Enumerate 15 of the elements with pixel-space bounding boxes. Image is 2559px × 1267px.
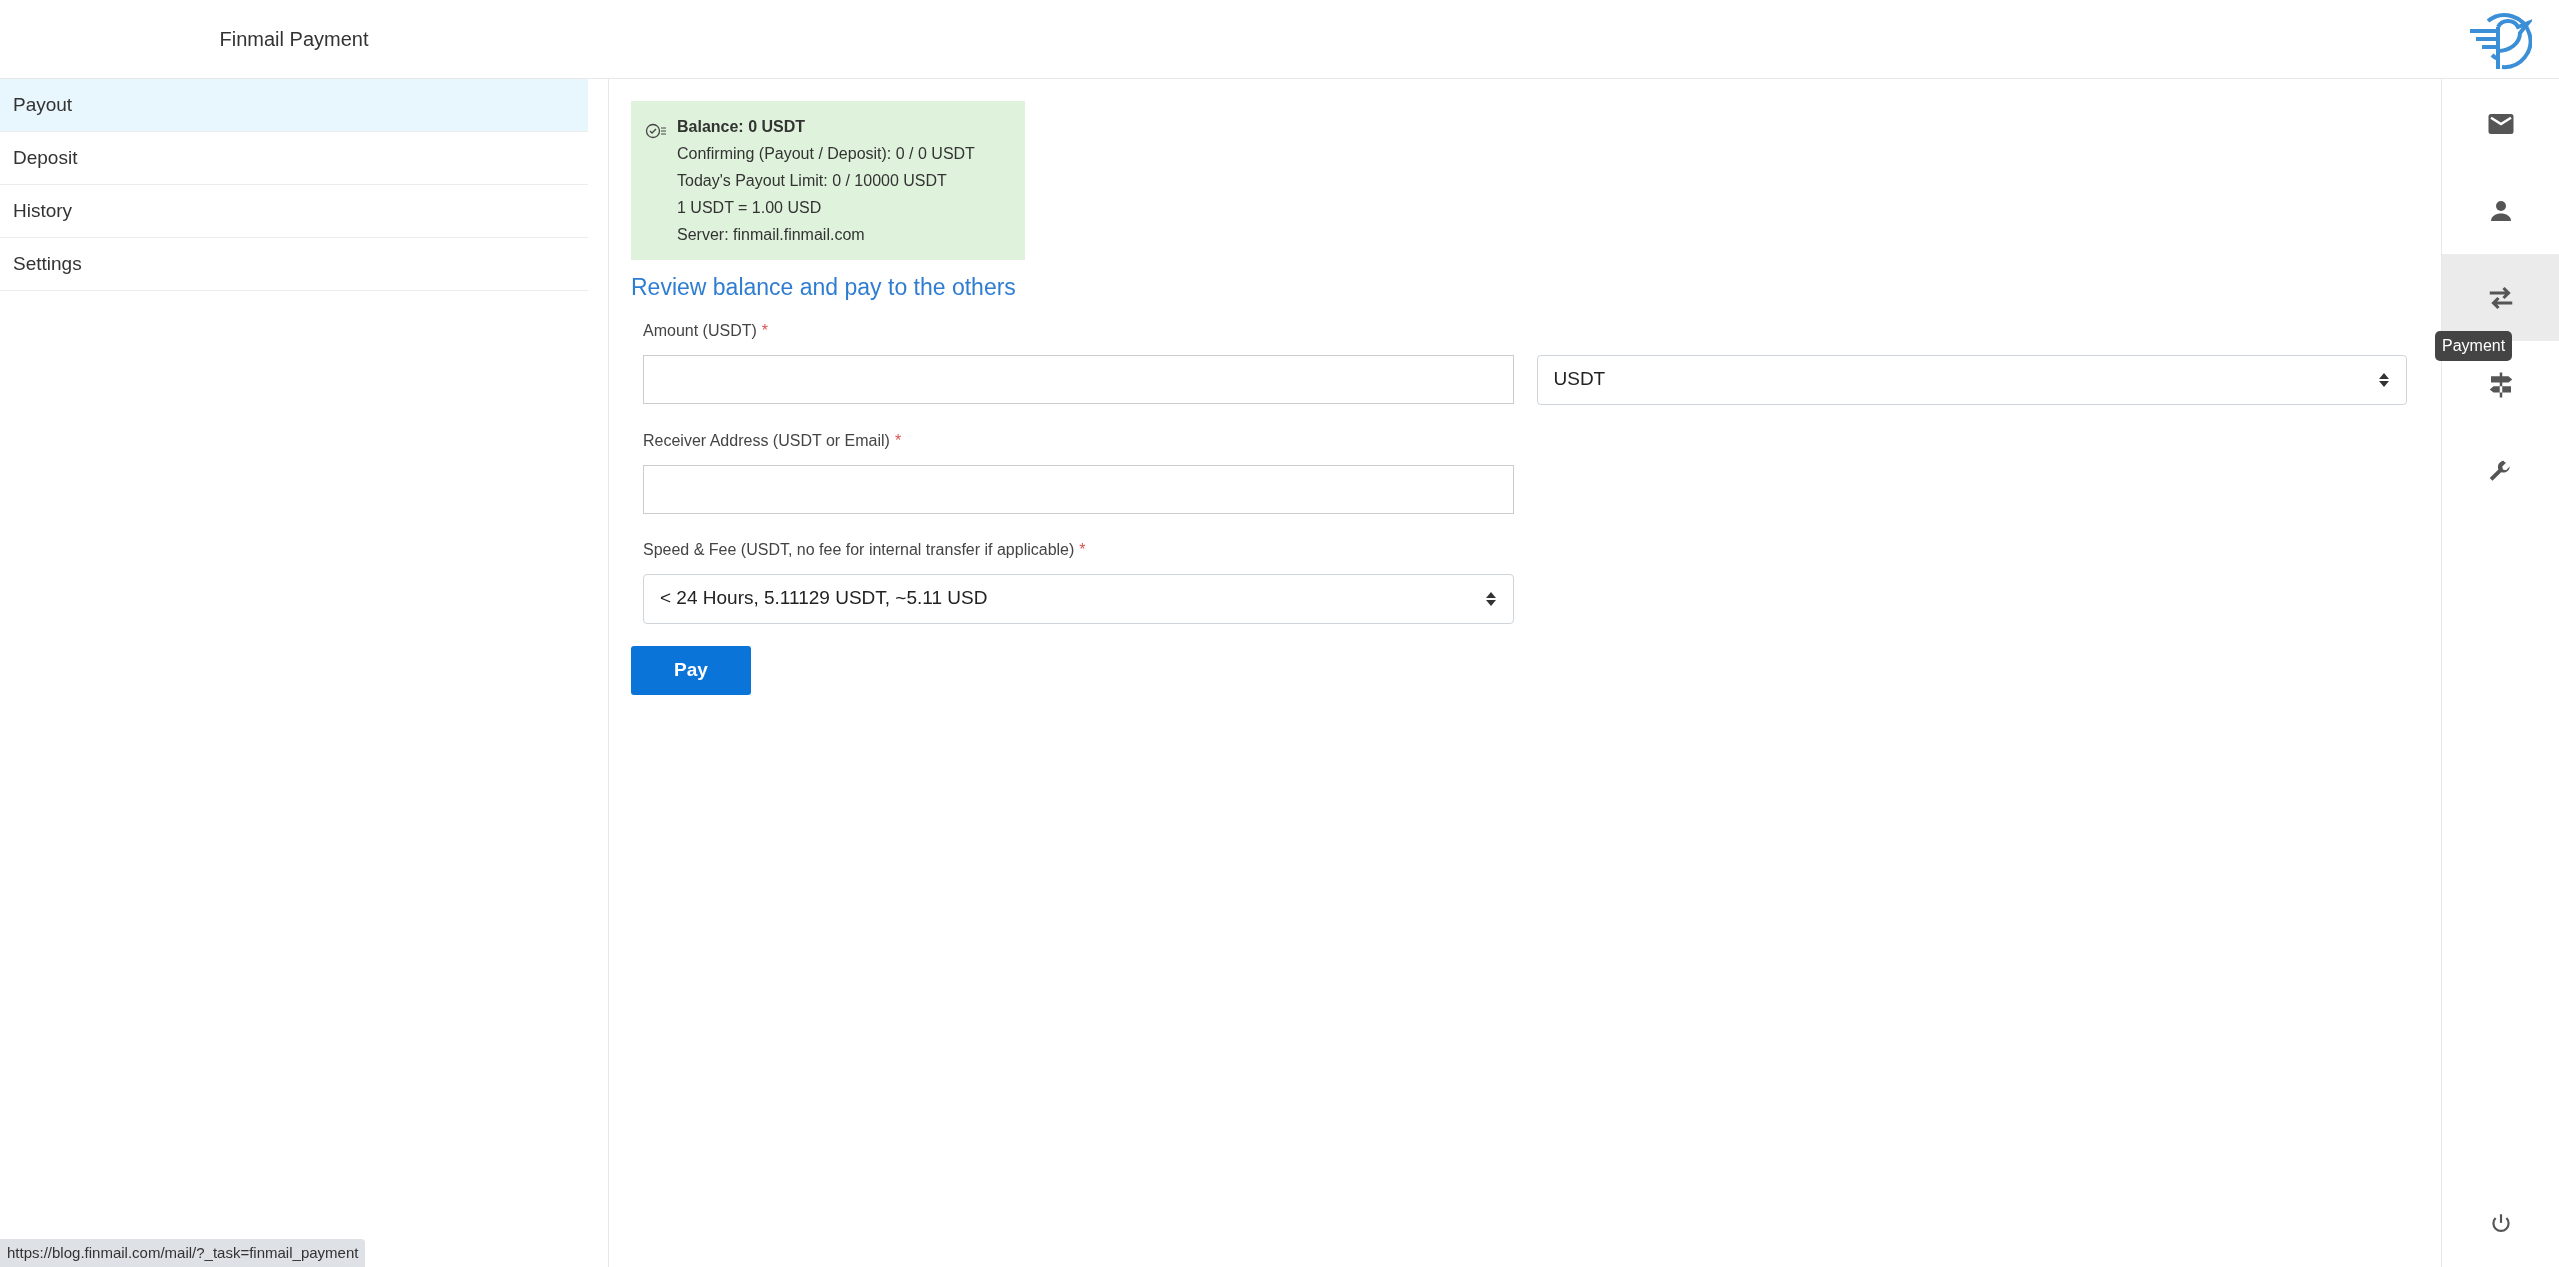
tooltip: Payment <box>2435 331 2513 361</box>
status-url: https://blog.finmail.com/mail/?_task=finmail_payment <box>0 1238 366 1267</box>
field-label: Speed & Fee (USDT, no fee for internal transfer if applicable) <box>643 539 1075 560</box>
info-line: Today's Payout Limit: 0 / 10000 USDT <box>677 171 948 191</box>
required-asterisk: * <box>761 320 769 341</box>
info-line: Confirming (Payout / Deposit): 0 / 0 USDT <box>677 144 975 164</box>
required-asterisk: * <box>1079 539 1086 560</box>
info-line: 1 USDT = 1.00 USD <box>677 198 823 218</box>
section-heading: Review balance and pay to the others <box>631 273 1017 302</box>
field-label: Receiver Address (USDT or Email) <box>643 430 890 451</box>
info-line: Server: finmail.finmail.com <box>677 225 866 245</box>
field-label: Amount (USDT) <box>643 320 757 341</box>
info-line: Balance: 0 USDT <box>677 117 807 137</box>
required-asterisk: * <box>894 430 902 451</box>
app-title: Finmail Payment <box>218 27 370 52</box>
